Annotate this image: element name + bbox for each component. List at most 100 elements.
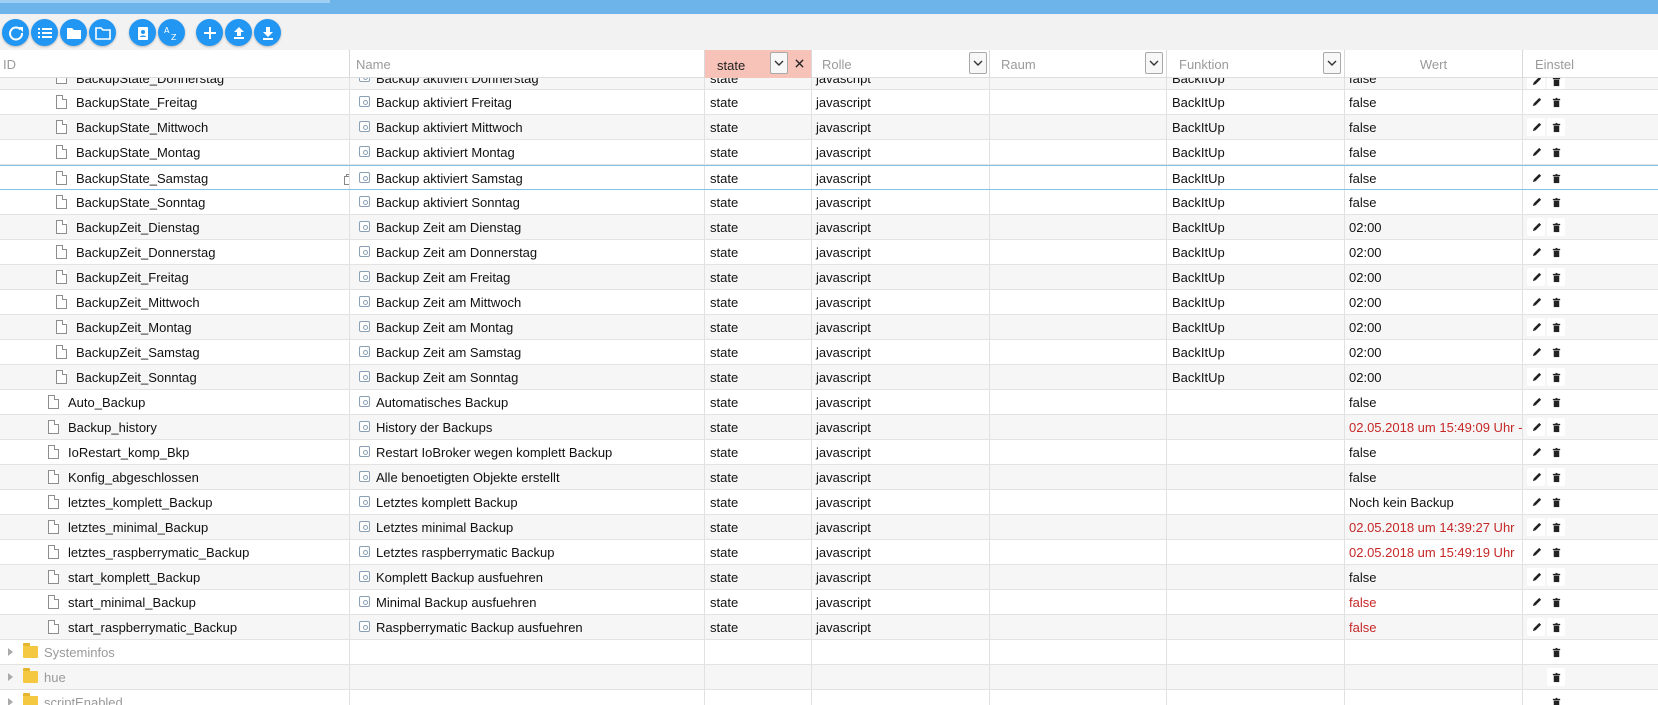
object-name[interactable]: Backup aktiviert Sonntag bbox=[376, 195, 520, 210]
table-row[interactable]: letztes_komplett_Backup Letztes komplett … bbox=[0, 490, 1658, 515]
edit-button[interactable] bbox=[1527, 93, 1545, 111]
delete-button[interactable] bbox=[1547, 318, 1565, 336]
table-row[interactable]: BackupZeit_Montag Backup Zeit am Montag st… bbox=[0, 315, 1658, 340]
object-name[interactable]: Letztes komplett Backup bbox=[376, 495, 518, 510]
table-row[interactable]: BackupZeit_Sonntag Backup Zeit am Sonntag… bbox=[0, 365, 1658, 390]
object-value[interactable]: false bbox=[1349, 171, 1376, 186]
edit-button[interactable] bbox=[1527, 118, 1545, 136]
function-filter-dropdown[interactable] bbox=[1323, 52, 1341, 74]
table-row[interactable]: BackupZeit_Mittwoch Backup Zeit am Mittwo… bbox=[0, 290, 1658, 315]
table-row[interactable]: BackupZeit_Dienstag Backup Zeit am Dienst… bbox=[0, 215, 1658, 240]
table-row[interactable]: start_minimal_Backup Minimal Backup ausfu… bbox=[0, 590, 1658, 615]
edit-button[interactable] bbox=[1527, 218, 1545, 236]
object-id[interactable]: BackupState_Sonntag bbox=[76, 195, 205, 210]
refresh-button[interactable] bbox=[2, 19, 29, 46]
delete-button[interactable] bbox=[1547, 93, 1565, 111]
table-row[interactable]: letztes_minimal_Backup Letztes minimal Ba… bbox=[0, 515, 1658, 540]
object-name[interactable]: Alle benoetigten Objekte erstellt bbox=[376, 470, 560, 485]
object-name[interactable]: Letztes raspberrymatic Backup bbox=[376, 545, 554, 560]
header-role[interactable]: Rolle bbox=[812, 50, 990, 78]
room-filter-dropdown[interactable] bbox=[1145, 52, 1163, 74]
delete-button[interactable] bbox=[1547, 643, 1565, 661]
object-id[interactable]: BackupZeit_Mittwoch bbox=[76, 295, 200, 310]
object-value[interactable]: 02:00 bbox=[1349, 295, 1382, 310]
edit-button[interactable] bbox=[1527, 318, 1545, 336]
edit-button[interactable] bbox=[1527, 418, 1545, 436]
object-id[interactable]: BackupState_Donnerstag bbox=[76, 78, 224, 86]
object-value[interactable]: 02.05.2018 um 14:39:27 Uhr bbox=[1349, 520, 1515, 535]
delete-button[interactable] bbox=[1547, 268, 1565, 286]
edit-button[interactable] bbox=[1527, 443, 1545, 461]
object-name[interactable]: Restart IoBroker wegen komplett Backup bbox=[376, 445, 612, 460]
object-id[interactable]: letztes_komplett_Backup bbox=[68, 495, 213, 510]
object-value[interactable]: false bbox=[1349, 95, 1376, 110]
object-name[interactable]: Backup Zeit am Sonntag bbox=[376, 370, 518, 385]
object-value[interactable]: 02:00 bbox=[1349, 220, 1382, 235]
object-name[interactable]: Backup Zeit am Mittwoch bbox=[376, 295, 521, 310]
header-function[interactable]: Funktion bbox=[1167, 50, 1345, 78]
table-row[interactable]: Konfig_abgeschlossen Alle benoetigten Obj… bbox=[0, 465, 1658, 490]
edit-button[interactable] bbox=[1527, 493, 1545, 511]
object-name[interactable]: Letztes minimal Backup bbox=[376, 520, 513, 535]
expand-icon[interactable] bbox=[8, 648, 13, 656]
type-filter[interactable]: state bbox=[705, 50, 812, 78]
object-name[interactable]: Minimal Backup ausfuehren bbox=[376, 595, 536, 610]
delete-button[interactable] bbox=[1547, 293, 1565, 311]
list-view-button[interactable] bbox=[31, 19, 58, 46]
object-id[interactable]: start_minimal_Backup bbox=[68, 595, 196, 610]
expand-icon[interactable] bbox=[8, 698, 13, 705]
table-row[interactable]: start_komplett_Backup Komplett Backup aus… bbox=[0, 565, 1658, 590]
add-button[interactable] bbox=[196, 19, 223, 46]
folder-row[interactable]: hue bbox=[0, 665, 1658, 690]
object-id[interactable]: BackupZeit_Dienstag bbox=[76, 220, 200, 235]
delete-button[interactable] bbox=[1547, 193, 1565, 211]
header-value[interactable]: Wert bbox=[1345, 50, 1523, 78]
object-id[interactable]: BackupZeit_Montag bbox=[76, 320, 192, 335]
delete-button[interactable] bbox=[1547, 78, 1565, 89]
object-value[interactable]: false bbox=[1349, 620, 1376, 635]
delete-button[interactable] bbox=[1547, 418, 1565, 436]
object-id[interactable]: BackupState_Freitag bbox=[76, 95, 197, 110]
header-id[interactable]: ID bbox=[0, 50, 350, 78]
object-name[interactable]: Backup aktiviert Samstag bbox=[376, 171, 523, 186]
header-name[interactable]: Name bbox=[350, 50, 705, 78]
edit-button[interactable] bbox=[1527, 193, 1545, 211]
delete-button[interactable] bbox=[1547, 218, 1565, 236]
object-value[interactable]: Noch kein Backup bbox=[1349, 495, 1454, 510]
object-id[interactable]: BackupZeit_Samstag bbox=[76, 345, 200, 360]
object-value[interactable]: false bbox=[1349, 595, 1376, 610]
object-id[interactable]: BackupZeit_Donnerstag bbox=[76, 245, 215, 260]
table-row[interactable]: BackupState_Sonntag Backup aktiviert Sonn… bbox=[0, 190, 1658, 215]
edit-button[interactable] bbox=[1527, 169, 1545, 187]
table-row[interactable]: BackupState_Montag Backup aktiviert Monta… bbox=[0, 140, 1658, 165]
object-name[interactable]: Raspberrymatic Backup ausfuehren bbox=[376, 620, 583, 635]
object-id[interactable]: BackupState_Samstag bbox=[76, 171, 208, 186]
folder-row[interactable]: Systeminfos bbox=[0, 640, 1658, 665]
object-value[interactable]: 02.05.2018 um 15:49:19 Uhr bbox=[1349, 545, 1515, 560]
delete-button[interactable] bbox=[1547, 543, 1565, 561]
object-id[interactable]: BackupState_Montag bbox=[76, 145, 200, 160]
delete-button[interactable] bbox=[1547, 593, 1565, 611]
table-row[interactable]: BackupZeit_Donnerstag Backup Zeit am Donn… bbox=[0, 240, 1658, 265]
table-row[interactable]: BackupZeit_Freitag Backup Zeit am Freitag… bbox=[0, 265, 1658, 290]
table-row[interactable]: Backup_history History der Backups state ja… bbox=[0, 415, 1658, 440]
delete-button[interactable] bbox=[1547, 693, 1565, 705]
object-value[interactable]: false bbox=[1349, 445, 1376, 460]
folder-label[interactable]: hue bbox=[44, 670, 66, 685]
edit-button[interactable] bbox=[1527, 243, 1545, 261]
object-value[interactable]: 02:00 bbox=[1349, 245, 1382, 260]
header-room[interactable]: Raum bbox=[990, 50, 1167, 78]
table-row[interactable]: letztes_raspberrymatic_Backup Letztes ras… bbox=[0, 540, 1658, 565]
type-filter-dropdown[interactable] bbox=[770, 52, 788, 74]
object-value[interactable]: false bbox=[1349, 395, 1376, 410]
delete-button[interactable] bbox=[1547, 243, 1565, 261]
delete-button[interactable] bbox=[1547, 118, 1565, 136]
edit-button[interactable] bbox=[1527, 343, 1545, 361]
object-name[interactable]: Backup aktiviert Donnerstag bbox=[376, 78, 539, 86]
table-row[interactable]: BackupState_Freitag Backup aktiviert Frei… bbox=[0, 90, 1658, 115]
delete-button[interactable] bbox=[1547, 368, 1565, 386]
object-id[interactable]: BackupState_Mittwoch bbox=[76, 120, 208, 135]
folder-row[interactable]: scriptEnabled bbox=[0, 690, 1658, 705]
object-id[interactable]: letztes_raspberrymatic_Backup bbox=[68, 545, 249, 560]
table-row[interactable]: BackupState_Samstag Backup aktiviert Sams… bbox=[0, 165, 1658, 190]
